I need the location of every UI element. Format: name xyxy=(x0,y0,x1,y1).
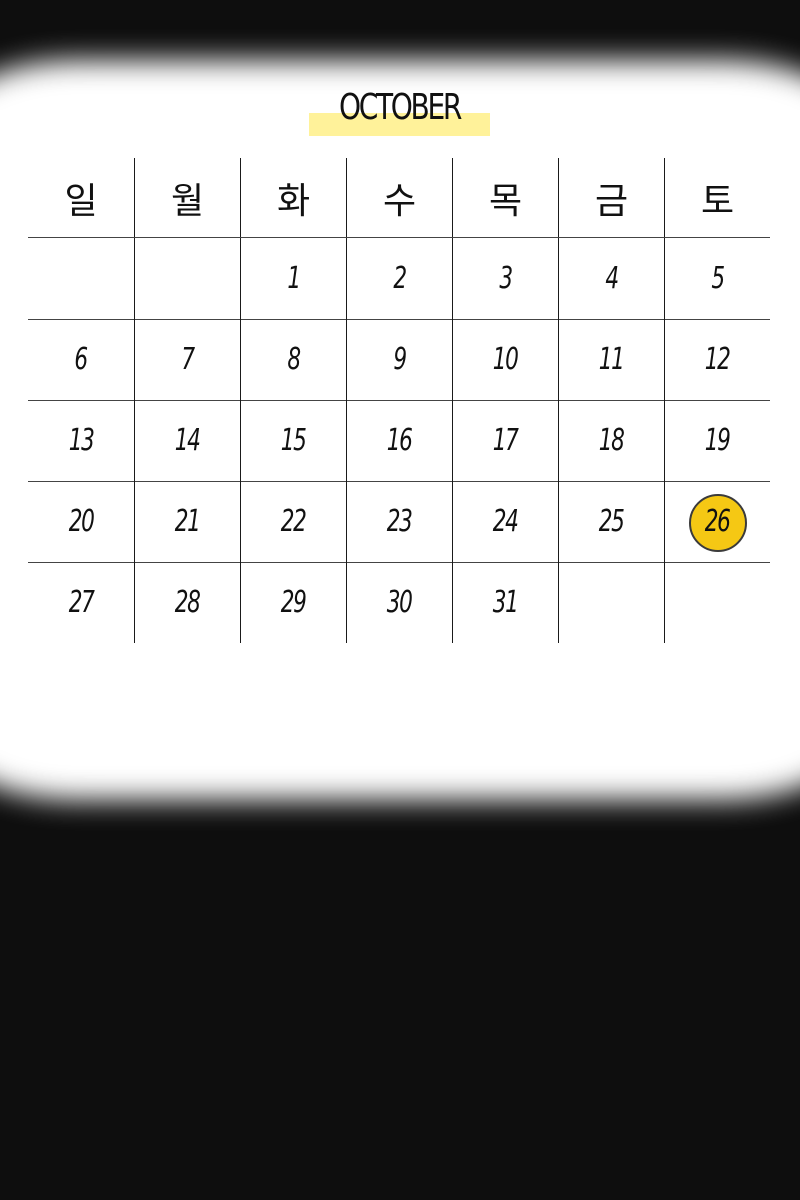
week-row: 13 14 15 16 17 18 19 xyxy=(28,400,770,481)
month-title: OCTOBER xyxy=(338,87,462,128)
day-cell xyxy=(558,562,664,643)
calendar-grid: 일 월 화 수 목 금 토 1 2 3 4 5 6 7 8 9 10 11 12 xyxy=(28,158,770,643)
day-number: 18 xyxy=(599,423,625,458)
day-cell xyxy=(134,238,240,319)
day-number: 29 xyxy=(281,585,307,620)
day-number: 15 xyxy=(281,423,307,458)
day-cell: 24 xyxy=(452,481,558,562)
week-row: 1 2 3 4 5 xyxy=(28,238,770,319)
day-number: 22 xyxy=(281,504,307,539)
day-number: 16 xyxy=(387,423,413,458)
day-cell: 4 xyxy=(558,238,664,319)
day-cell: 6 xyxy=(28,319,134,400)
weekday-header-row: 일 월 화 수 목 금 토 xyxy=(28,158,770,238)
day-cell: 7 xyxy=(134,319,240,400)
day-number: 20 xyxy=(68,504,95,539)
day-cell xyxy=(664,562,770,643)
day-cell: 2 xyxy=(346,238,452,319)
day-cell: 3 xyxy=(452,238,558,319)
day-number: 31 xyxy=(493,585,519,620)
week-row: 20 21 22 23 24 25 26 xyxy=(28,481,770,562)
day-number: 5 xyxy=(711,261,725,296)
day-number: 8 xyxy=(287,342,301,377)
day-cell: 11 xyxy=(558,319,664,400)
day-cell: 27 xyxy=(28,562,134,643)
day-number: 23 xyxy=(387,504,413,539)
day-cell: 31 xyxy=(452,562,558,643)
weekday-fri: 금 xyxy=(558,158,664,238)
day-cell xyxy=(28,238,134,319)
day-cell: 13 xyxy=(28,400,134,481)
day-cell: 29 xyxy=(240,562,346,643)
day-number: 9 xyxy=(393,342,407,377)
day-number: 27 xyxy=(68,585,95,620)
day-number: 19 xyxy=(705,423,731,458)
month-header: OCTOBER xyxy=(309,84,490,136)
day-number: 14 xyxy=(175,423,201,458)
day-number: 21 xyxy=(175,504,201,539)
day-number: 13 xyxy=(68,423,95,458)
day-number: 6 xyxy=(74,342,89,377)
day-number: 1 xyxy=(287,261,301,296)
day-cell: 25 xyxy=(558,481,664,562)
day-number: 28 xyxy=(175,585,201,620)
day-number: 30 xyxy=(387,585,413,620)
day-number: 24 xyxy=(493,504,519,539)
today-day-number: 26 xyxy=(705,504,731,539)
day-cell: 20 xyxy=(28,481,134,562)
weekday-sun: 일 xyxy=(64,181,98,222)
day-number: 3 xyxy=(499,261,513,296)
day-number: 11 xyxy=(599,342,625,377)
day-number: 10 xyxy=(493,342,519,377)
weekday-tue: 화 xyxy=(240,158,346,238)
weekday-mon: 월 xyxy=(134,158,240,238)
day-cell: 14 xyxy=(134,400,240,481)
day-number: 4 xyxy=(605,261,619,296)
day-cell: 30 xyxy=(346,562,452,643)
day-number: 7 xyxy=(181,342,195,377)
day-cell: 21 xyxy=(134,481,240,562)
day-cell: 10 xyxy=(452,319,558,400)
day-number: 17 xyxy=(493,423,519,458)
day-cell: 15 xyxy=(240,400,346,481)
day-number: 2 xyxy=(393,261,407,296)
day-cell: 1 xyxy=(240,238,346,319)
day-cell: 9 xyxy=(346,319,452,400)
weekday-wed: 수 xyxy=(346,158,452,238)
week-row: 6 7 8 9 10 11 12 xyxy=(28,319,770,400)
today-cell: 26 xyxy=(664,481,770,562)
day-cell: 22 xyxy=(240,481,346,562)
week-row: 27 28 29 30 31 xyxy=(28,562,770,643)
day-cell: 19 xyxy=(664,400,770,481)
day-cell: 5 xyxy=(664,238,770,319)
day-number: 25 xyxy=(599,504,625,539)
day-cell: 18 xyxy=(558,400,664,481)
weekday-thu: 목 xyxy=(452,158,558,238)
wallpaper: OCTOBER 일 월 화 수 목 금 토 1 2 3 4 5 6 7 8 9 xyxy=(0,0,800,1200)
day-cell: 28 xyxy=(134,562,240,643)
day-cell: 23 xyxy=(346,481,452,562)
day-cell: 8 xyxy=(240,319,346,400)
weekday-sat: 토 xyxy=(664,158,770,238)
day-cell: 17 xyxy=(452,400,558,481)
day-cell: 16 xyxy=(346,400,452,481)
day-cell: 12 xyxy=(664,319,770,400)
day-number: 12 xyxy=(705,342,731,377)
